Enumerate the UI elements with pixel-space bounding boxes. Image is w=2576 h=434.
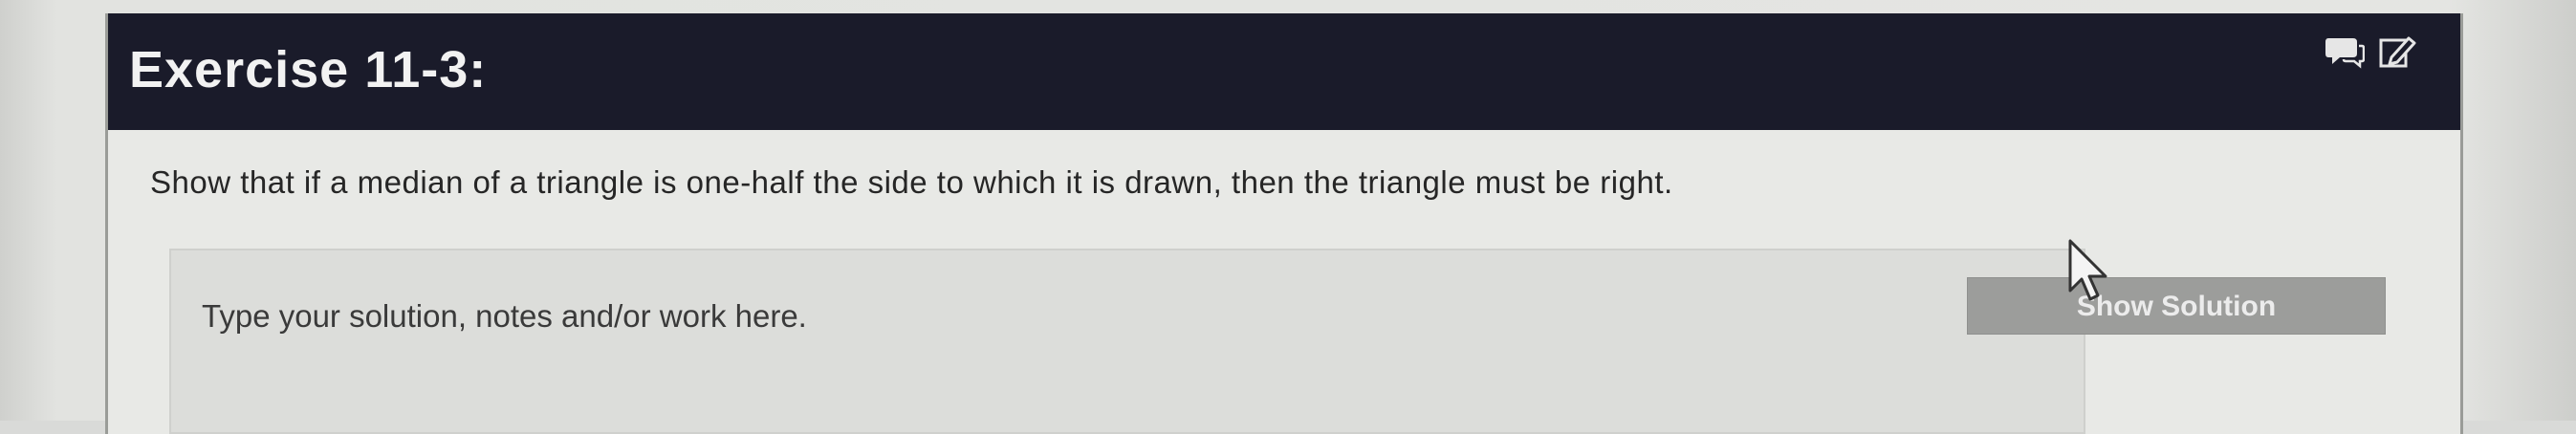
mouse-cursor-icon — [2068, 239, 2107, 301]
solution-area — [169, 249, 2085, 434]
exercise-card: Exercise 11-3: Show that if a median of … — [105, 13, 2463, 434]
header-actions — [2325, 34, 2418, 69]
show-solution-button[interactable]: Show Solution — [1967, 277, 2386, 335]
solution-input[interactable] — [171, 250, 2084, 432]
exercise-header: Exercise 11-3: — [108, 13, 2460, 130]
exercise-title: Exercise 11-3: — [129, 41, 488, 98]
edit-icon[interactable] — [2378, 34, 2418, 69]
problem-prompt: Show that if a median of a triangle is o… — [150, 164, 1673, 200]
comment-icon[interactable] — [2325, 34, 2365, 69]
